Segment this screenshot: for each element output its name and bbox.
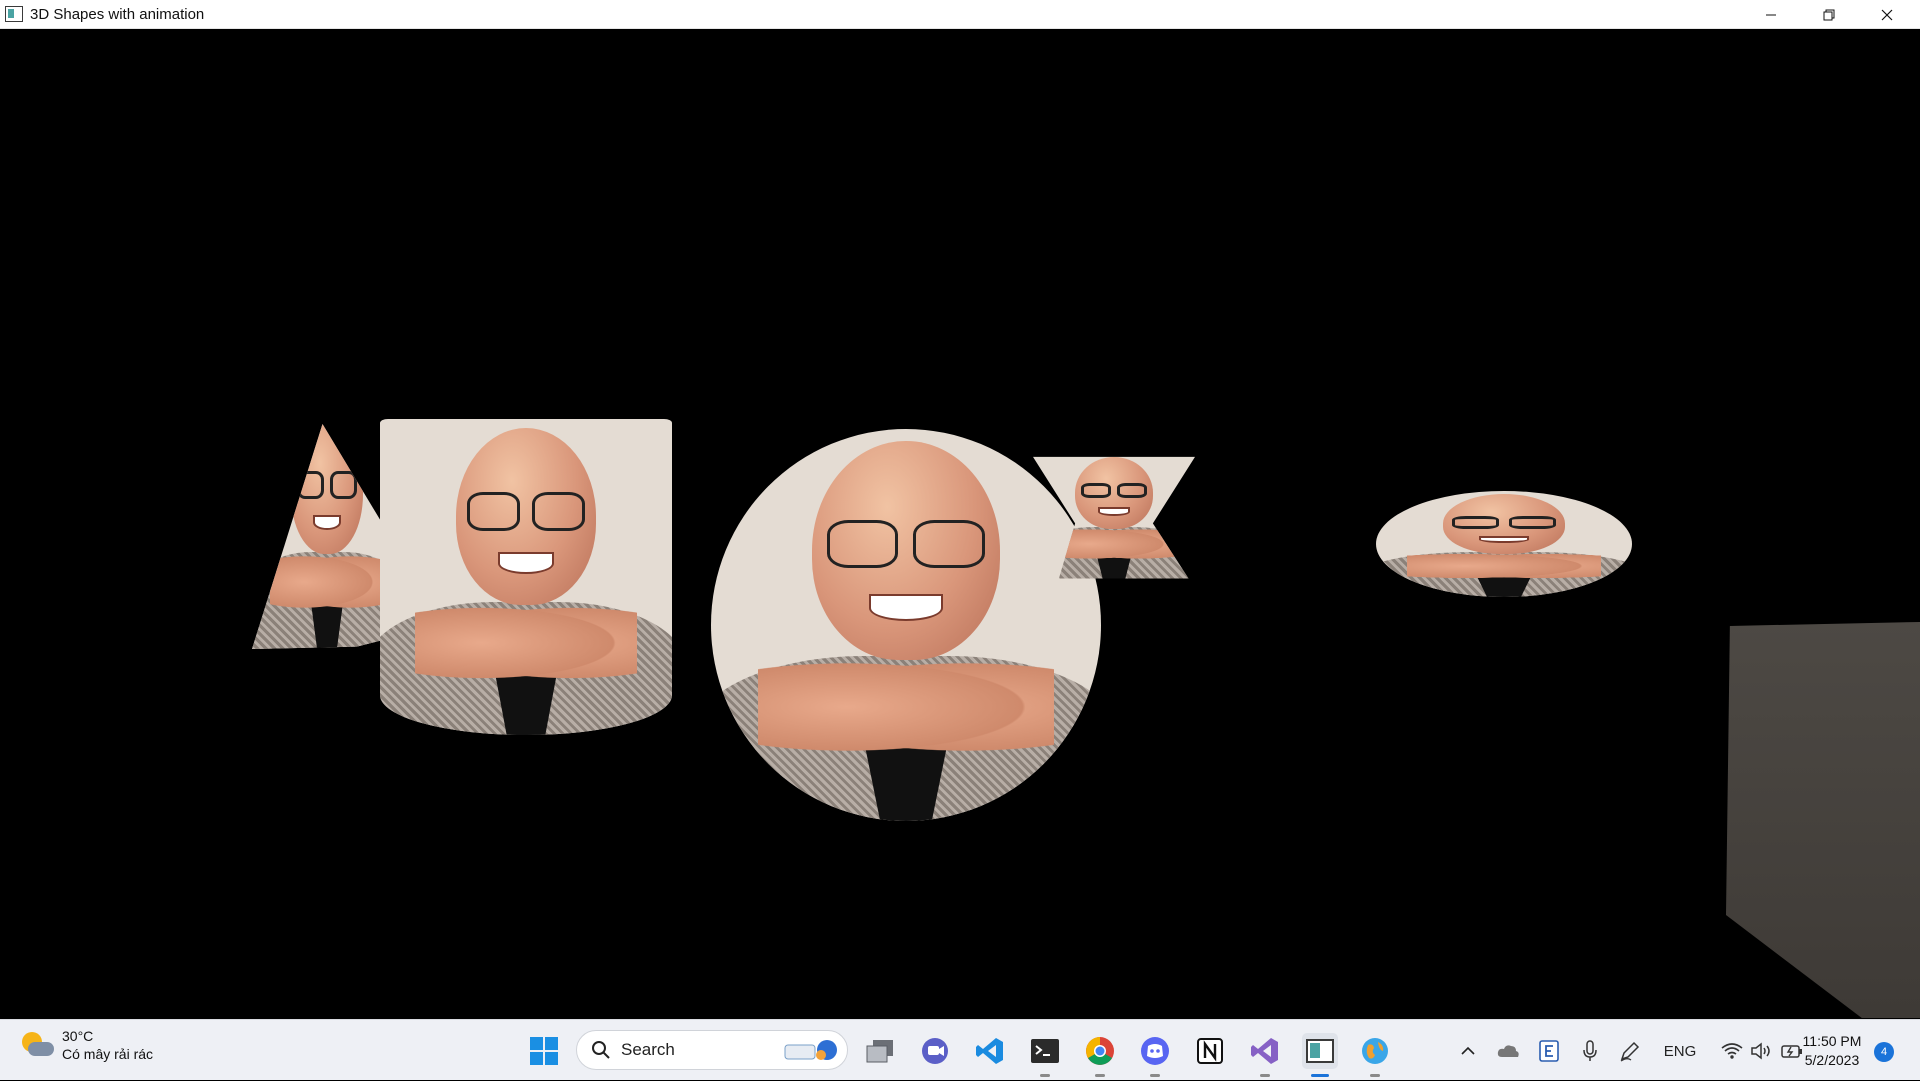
edge-tray-button[interactable] [1535, 1038, 1563, 1064]
search-icon [592, 1041, 610, 1059]
visual-studio-icon [1251, 1038, 1278, 1064]
cloud-icon [1497, 1045, 1519, 1057]
globe-app-button[interactable] [1357, 1033, 1393, 1077]
title-bar[interactable]: 3D Shapes with animation [0, 0, 1920, 29]
minimize-button[interactable] [1742, 0, 1800, 29]
weather-widget[interactable]: 30°C Có mây rải rác [20, 1028, 153, 1062]
pen-menu-button[interactable] [1616, 1038, 1644, 1064]
window-title: 3D Shapes with animation [30, 5, 205, 23]
running-indicator [1095, 1074, 1105, 1077]
chrome-icon [1086, 1037, 1114, 1065]
show-hidden-icons-button[interactable] [1456, 1038, 1480, 1064]
app-window-icon [5, 6, 23, 22]
app-window-icon [1306, 1039, 1334, 1063]
clock-time: 11:50 PM [1802, 1033, 1862, 1049]
windows-logo-icon [530, 1037, 558, 1065]
notification-count-badge[interactable]: 4 [1874, 1042, 1894, 1062]
close-button[interactable] [1858, 0, 1916, 29]
chat-icon [922, 1038, 948, 1064]
chrome-button[interactable] [1082, 1033, 1118, 1077]
search-highlight-icon [784, 1040, 837, 1060]
textured-torus [1376, 491, 1632, 597]
pen-icon [1620, 1041, 1640, 1062]
running-indicator [1260, 1074, 1270, 1077]
minimize-icon [1766, 14, 1776, 15]
3d-viewport[interactable] [0, 29, 1920, 1019]
microphone-icon [1583, 1040, 1597, 1061]
input-language-button[interactable]: ENG [1650, 1038, 1710, 1064]
shaded-cube [1726, 622, 1920, 1018]
globe-icon [1362, 1038, 1388, 1064]
notion-button[interactable] [1192, 1033, 1228, 1069]
running-indicator [1370, 1074, 1380, 1077]
running-indicator [1150, 1074, 1160, 1077]
vscode-icon [976, 1038, 1003, 1064]
task-view-button[interactable] [862, 1033, 898, 1069]
terminal-button[interactable] [1027, 1033, 1063, 1077]
volume-icon [1751, 1042, 1770, 1060]
document-e-icon [1539, 1040, 1559, 1062]
terminal-icon [1031, 1039, 1059, 1063]
start-button[interactable] [526, 1033, 562, 1069]
vscode-button[interactable] [972, 1033, 1008, 1069]
visual-studio-button[interactable] [1247, 1033, 1283, 1077]
3d-shapes-app-button[interactable] [1302, 1033, 1338, 1077]
partly-cloudy-icon [20, 1028, 54, 1062]
search-placeholder: Search [621, 1040, 675, 1059]
close-icon [1881, 9, 1893, 20]
chevron-up-icon [1461, 1046, 1475, 1055]
restore-button[interactable] [1800, 0, 1858, 29]
wifi-icon [1721, 1043, 1743, 1059]
task-view-icon [866, 1040, 893, 1063]
microphone-button[interactable] [1576, 1038, 1604, 1064]
textured-sphere [711, 429, 1101, 821]
notion-icon [1197, 1038, 1223, 1064]
taskbar-clock[interactable]: 11:50 PM 5/2/2023 [1792, 1032, 1872, 1070]
weather-temperature: 30°C [62, 1028, 94, 1044]
discord-button[interactable] [1137, 1033, 1173, 1077]
clock-date: 5/2/2023 [1804, 1052, 1860, 1068]
textured-cylinder [380, 419, 672, 735]
teams-chat-button[interactable] [917, 1033, 953, 1069]
weather-condition: Có mây rải rác [62, 1046, 154, 1062]
active-indicator [1311, 1074, 1329, 1077]
discord-icon [1141, 1037, 1169, 1065]
running-indicator [1040, 1074, 1050, 1077]
taskbar: 30°C Có mây rải rác Search ENG 11:50 PM … [0, 1019, 1920, 1080]
restore-icon [1823, 9, 1835, 20]
onedrive-button[interactable] [1494, 1038, 1522, 1064]
taskbar-search-box[interactable]: Search [576, 1030, 848, 1070]
